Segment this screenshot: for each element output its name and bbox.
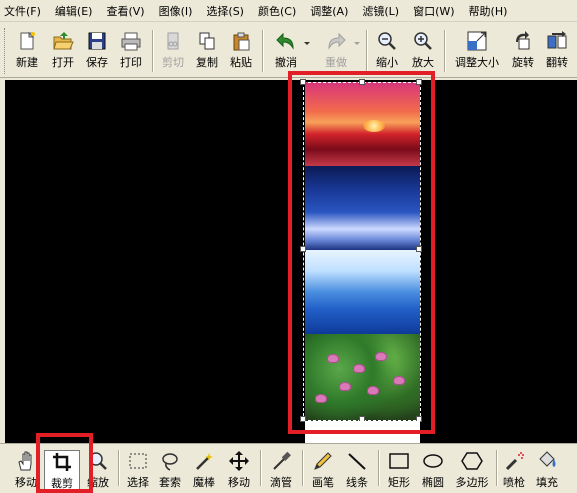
menu-window[interactable]: 窗口(W) <box>413 3 454 19</box>
toolbar-separator <box>152 30 154 72</box>
toolbar-grip[interactable] <box>4 28 7 74</box>
highlight-box-image <box>288 71 435 434</box>
zoom-out-button[interactable]: 缩小 <box>372 30 402 74</box>
cut-icon <box>162 30 184 52</box>
rotate-icon <box>512 30 534 52</box>
hand-icon <box>15 450 37 472</box>
toolbar-separator <box>378 450 380 486</box>
open-folder-icon <box>52 30 74 52</box>
toolbar-separator <box>302 450 304 486</box>
zoom-out-icon <box>376 30 398 52</box>
printer-icon <box>120 30 142 52</box>
toolbar-separator <box>260 450 262 486</box>
save-button[interactable]: 保存 <box>82 30 112 74</box>
print-button[interactable]: 打印 <box>116 30 146 74</box>
canvas-edge <box>563 80 577 443</box>
toolbar-separator <box>496 450 498 486</box>
menu-adjust[interactable]: 调整(A) <box>310 3 348 19</box>
paint-bucket-icon <box>536 450 558 472</box>
redo-arrow-icon <box>325 30 347 52</box>
zoom-in-button[interactable]: 放大 <box>408 30 438 74</box>
floppy-disk-icon <box>86 30 108 52</box>
menu-color[interactable]: 颜色(C) <box>258 3 296 19</box>
brush-tool-button[interactable]: 画笔 <box>308 450 338 490</box>
marquee-icon <box>127 450 149 472</box>
toolbar-separator <box>366 30 368 72</box>
lasso-tool-button[interactable]: 套索 <box>156 450 184 490</box>
resize-button[interactable]: 调整大小 <box>450 30 504 74</box>
toolbar-separator <box>444 30 446 72</box>
magic-wand-icon <box>193 450 215 472</box>
fill-tool-button[interactable]: 填充 <box>532 450 562 490</box>
pencil-icon <box>312 450 334 472</box>
flip-icon <box>546 30 568 52</box>
menu-file[interactable]: 文件(F) <box>4 3 41 19</box>
lasso-icon <box>159 450 181 472</box>
copy-icon <box>196 30 218 52</box>
spray-tool-button[interactable]: 喷枪 <box>500 450 528 490</box>
open-button[interactable]: 打开 <box>48 30 78 74</box>
toolbar-separator <box>118 450 120 486</box>
menu-image[interactable]: 图像(I) <box>159 3 193 19</box>
zoom-in-icon <box>412 30 434 52</box>
menu-filter[interactable]: 滤镜(L) <box>362 3 399 19</box>
rotate-button[interactable]: 旋转 <box>508 30 538 74</box>
menu-help[interactable]: 帮助(H) <box>469 3 508 19</box>
magic-wand-tool-button[interactable]: 魔棒 <box>190 450 218 490</box>
eyedropper-tool-button[interactable]: 滴管 <box>266 450 296 490</box>
undo-button[interactable]: 撤消 <box>268 30 304 74</box>
highlight-box-crop-tool <box>36 433 93 493</box>
new-file-icon <box>16 30 38 52</box>
move-arrows-icon <box>228 450 250 472</box>
rectangle-tool-button[interactable]: 矩形 <box>384 450 414 490</box>
line-icon <box>346 450 368 472</box>
paste-button[interactable]: 粘贴 <box>226 30 256 74</box>
chevron-down-icon <box>354 30 360 52</box>
chevron-down-icon <box>304 30 310 52</box>
select-tool-button[interactable]: 选择 <box>124 450 152 490</box>
resize-icon <box>466 30 488 52</box>
polygon-tool-button[interactable]: 多边形 <box>452 450 492 490</box>
main-toolbar: 新建 打开 保存 打印 剪切 复制 粘贴 撤消 重做 缩小 放大 调整大小 旋转… <box>0 24 577 78</box>
copy-button[interactable]: 复制 <box>192 30 222 74</box>
menu-bar: 文件(F) 编辑(E) 查看(V) 图像(I) 选择(S) 颜色(C) 调整(A… <box>0 0 577 22</box>
undo-dropdown[interactable] <box>304 30 310 74</box>
cut-button[interactable]: 剪切 <box>158 30 188 74</box>
ellipse-tool-button[interactable]: 椭圆 <box>418 450 448 490</box>
move-tool-button[interactable]: 移动 <box>224 450 254 490</box>
undo-arrow-icon <box>275 30 297 52</box>
airbrush-icon <box>503 450 525 472</box>
flip-button[interactable]: 翻转 <box>542 30 572 74</box>
new-button[interactable]: 新建 <box>12 30 42 74</box>
paste-icon <box>230 30 252 52</box>
toolbar-separator <box>262 30 264 72</box>
rectangle-icon <box>388 450 410 472</box>
hexagon-icon <box>461 450 483 472</box>
menu-view[interactable]: 查看(V) <box>106 3 144 19</box>
redo-button[interactable]: 重做 <box>318 30 354 74</box>
menu-edit[interactable]: 编辑(E) <box>55 3 93 19</box>
line-tool-button[interactable]: 线条 <box>342 450 372 490</box>
redo-dropdown[interactable] <box>354 30 360 74</box>
menu-select[interactable]: 选择(S) <box>206 3 244 19</box>
eyedropper-icon <box>270 450 292 472</box>
ellipse-icon <box>422 450 444 472</box>
